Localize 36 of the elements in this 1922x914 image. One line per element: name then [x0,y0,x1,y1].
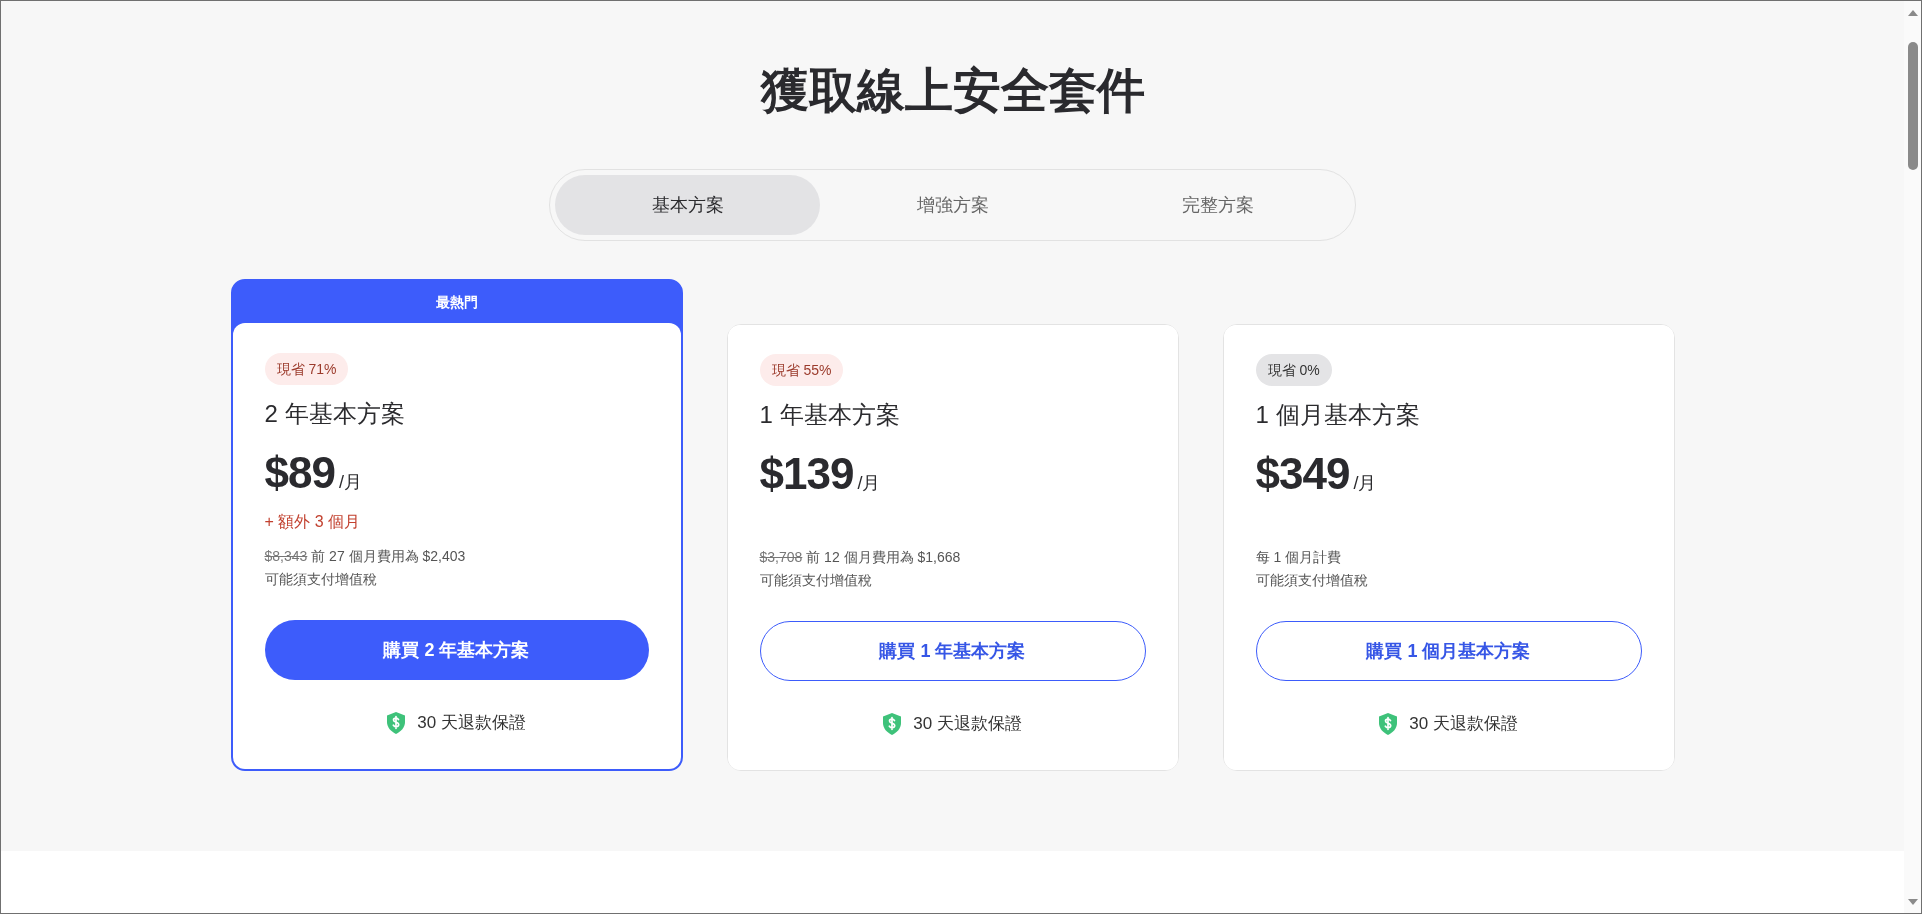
page-title: 獲取線上安全套件 [760,63,1145,119]
plan-tab[interactable]: 基本方案 [555,175,820,235]
billing-note: $3,708 前 12 個月費用為 $1,668 [759,548,961,567]
plan-price: $349 [1255,448,1350,500]
tax-note: 可能須支付增值稅 [1255,571,1368,590]
money-back-guarantee: 30 天退款保證 [913,713,1022,735]
money-back-guarantee: 30 天退款保證 [417,712,526,734]
discount-badge: 現省 71% [264,353,349,385]
buy-button[interactable]: 購買 1 年基本方案 [759,621,1146,681]
tax-note: 可能須支付增值稅 [264,570,377,589]
price-unit: /月 [338,471,362,494]
scroll-up-arrow-icon[interactable] [1907,10,1918,16]
plan-name: 2 年基本方案 [264,399,405,429]
buy-button[interactable]: 購買 1 個月基本方案 [1255,621,1642,681]
scrollbar-thumb[interactable] [1907,42,1918,170]
shield-dollar-icon [883,713,902,735]
plan-tab[interactable]: 增強方案 [820,175,1085,235]
price-unit: /月 [857,472,881,495]
plan-price: $139 [759,448,854,500]
shield-dollar-icon [387,712,406,734]
scroll-down-arrow-icon[interactable] [1907,899,1918,905]
buy-button[interactable]: 購買 2 年基本方案 [264,620,649,680]
plan-price: $89 [264,447,335,499]
plan-name: 1 年基本方案 [759,400,900,430]
tax-note: 可能須支付增值稅 [759,571,872,590]
popular-label: 最熱門 [435,292,478,312]
price-unit: /月 [1353,472,1377,495]
billing-note: 每 1 個月計費 [1255,548,1342,567]
discount-badge: 現省 0% [1255,354,1332,386]
money-back-guarantee: 30 天退款保證 [1409,713,1518,735]
discount-badge: 現省 55% [759,354,844,386]
shield-dollar-icon [1379,713,1398,735]
plan-tab[interactable]: 完整方案 [1085,175,1350,235]
billing-note: $8,343 前 27 個月費用為 $2,403 [264,547,466,566]
plan-name: 1 個月基本方案 [1255,400,1420,430]
bonus-months: + 額外 3 個月 [264,512,361,532]
